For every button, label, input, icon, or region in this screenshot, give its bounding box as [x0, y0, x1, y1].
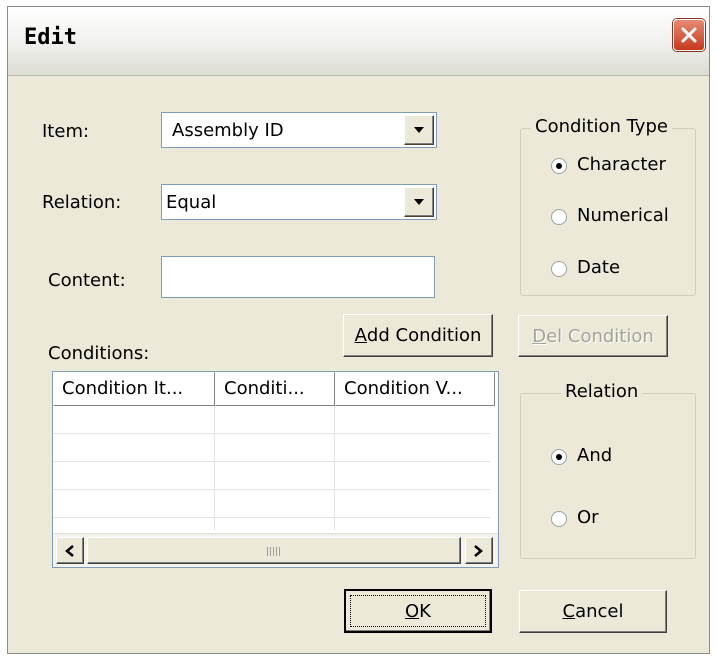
cancel-button[interactable]: Cancel	[519, 590, 667, 633]
close-button[interactable]	[673, 19, 705, 51]
relation-dropdown-button[interactable]	[404, 187, 434, 217]
radio-date-label[interactable]: Date	[577, 257, 620, 278]
conditions-table[interactable]: Condition It... Conditi... Condition V..…	[52, 371, 499, 568]
horizontal-scrollbar[interactable]	[53, 533, 498, 567]
table-row[interactable]	[53, 462, 490, 490]
add-condition-button[interactable]: Add Condition	[343, 314, 493, 357]
radio-numerical-label[interactable]: Numerical	[577, 205, 669, 226]
arrow-left-icon	[65, 545, 74, 557]
condition-type-group: Condition Type Character Numerical Date	[520, 116, 696, 296]
window-title: Edit	[24, 25, 77, 50]
column-divider	[214, 406, 215, 530]
item-select-value: Assembly ID	[172, 120, 284, 141]
cancel-label: Cancel	[562, 601, 624, 622]
edit-dialog: Edit Item: Assembly ID Relation: Equal C…	[7, 6, 710, 654]
scroll-right-button[interactable]	[465, 537, 493, 564]
radio-and[interactable]	[551, 449, 567, 465]
table-row[interactable]	[53, 406, 490, 434]
content-input[interactable]	[161, 256, 435, 298]
scroll-thumb[interactable]	[87, 537, 461, 564]
relation-label: Relation:	[42, 192, 122, 213]
column-header-condition-value[interactable]: Condition V...	[335, 372, 495, 406]
column-header-condition-item[interactable]: Condition It...	[53, 372, 215, 406]
scroll-grip	[267, 547, 281, 556]
column-divider	[334, 406, 335, 530]
radio-selected-dot	[556, 163, 562, 169]
ok-button[interactable]: OK	[344, 589, 492, 633]
focus-rectangle	[350, 595, 486, 627]
condition-type-legend: Condition Type	[531, 116, 672, 137]
radio-numerical[interactable]	[551, 209, 567, 225]
radio-date[interactable]	[551, 261, 567, 277]
add-condition-label: Add Condition	[354, 325, 482, 346]
del-condition-label: Del Condition	[532, 326, 654, 347]
relation-select-value: Equal	[166, 192, 217, 213]
item-dropdown-button[interactable]	[404, 115, 434, 145]
item-label: Item:	[42, 121, 90, 142]
radio-and-label[interactable]: And	[577, 445, 612, 466]
item-select[interactable]: Assembly ID	[161, 112, 437, 148]
radio-character[interactable]	[551, 158, 567, 174]
radio-character-label[interactable]: Character	[577, 154, 666, 175]
relation-select[interactable]: Equal	[161, 184, 437, 220]
table-row[interactable]	[53, 490, 490, 518]
conditions-label: Conditions:	[48, 343, 150, 364]
scroll-left-button[interactable]	[56, 537, 84, 564]
title-bar[interactable]: Edit	[8, 7, 709, 76]
relation-legend: Relation	[561, 381, 643, 402]
relation-group: Relation And Or	[520, 381, 696, 559]
radio-or[interactable]	[551, 511, 567, 527]
close-icon	[681, 27, 697, 43]
content-label: Content:	[48, 270, 126, 291]
radio-selected-dot	[556, 454, 562, 460]
table-row[interactable]	[53, 434, 490, 462]
column-header-condition[interactable]: Conditi...	[215, 372, 335, 406]
chevron-down-icon	[414, 199, 424, 205]
del-condition-button[interactable]: Del Condition	[518, 315, 668, 357]
chevron-down-icon	[414, 127, 424, 133]
arrow-right-icon	[474, 545, 483, 557]
radio-or-label[interactable]: Or	[577, 507, 599, 528]
